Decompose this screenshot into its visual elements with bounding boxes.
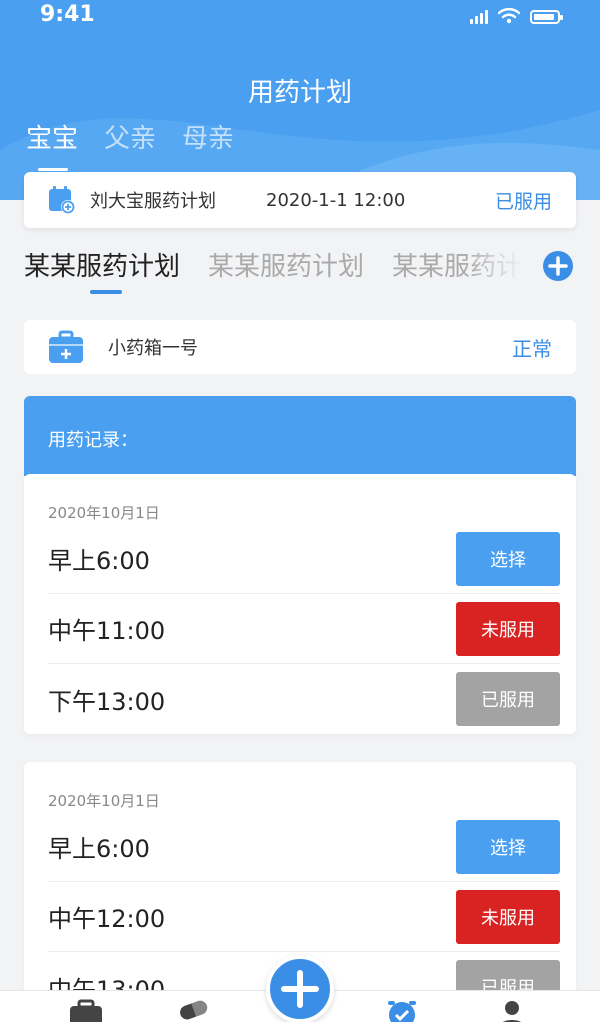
plan-status: 已服用 <box>494 190 552 213</box>
nav-alarm-check-icon[interactable] <box>384 999 420 1022</box>
nav-pill-icon[interactable] <box>176 999 212 1022</box>
medicine-box-name: 小药箱一号 <box>108 338 198 359</box>
record-row: 下午13:00 已服用 <box>48 664 560 734</box>
nav-medicine-box-icon[interactable] <box>68 999 104 1022</box>
record-time: 中午12:00 <box>48 905 166 933</box>
record-time: 中午11:00 <box>48 617 166 645</box>
record-time: 下午13:00 <box>48 687 166 716</box>
plan-tab-1[interactable]: 某某服药计划 <box>24 246 180 296</box>
status-bar: 9:41 <box>0 0 600 34</box>
medicine-box-status: 正常 <box>512 336 552 361</box>
signal-icon <box>470 10 488 24</box>
medicine-box-icon <box>49 330 83 363</box>
tab-father[interactable]: 父亲 <box>104 118 156 167</box>
record-row: 早上6:00 选择 <box>48 524 560 594</box>
record-time: 早上6:00 <box>48 547 150 575</box>
tab-mother[interactable]: 母亲 <box>182 118 234 167</box>
calendar-add-icon <box>49 186 75 214</box>
medicine-box-card[interactable]: 小药箱一号 正常 <box>24 320 576 374</box>
plan-time: 2020-1-1 12:00 <box>266 189 406 211</box>
select-button[interactable]: 选择 <box>456 819 560 874</box>
record-row: 中午12:00 未服用 <box>48 882 560 952</box>
select-button[interactable]: 选择 <box>456 531 560 586</box>
plan-tab-3[interactable]: 某某服药计划 <box>392 246 524 296</box>
nav-user-icon[interactable] <box>494 999 530 1022</box>
not-taken-button[interactable]: 未服用 <box>456 601 560 656</box>
wifi-icon <box>498 8 520 24</box>
status-icons <box>470 8 563 24</box>
taken-button[interactable]: 已服用 <box>456 672 560 726</box>
plan-name: 刘大宝服药计划 <box>90 191 216 212</box>
record-date: 2020年10月1日 <box>48 504 160 522</box>
records-header: 用药记录： <box>24 396 576 476</box>
plan-tabs: 某某服药计划 某某服药计划 某某服药计划 <box>24 246 524 296</box>
record-date: 2020年10月1日 <box>48 792 160 810</box>
record-card-1: 2020年10月1日 早上6:00 选择 中午11:00 未服用 下午13:00… <box>24 474 576 734</box>
header: 9:41 用药计划 宝宝 父亲 母亲 <box>0 0 600 200</box>
not-taken-button[interactable]: 未服用 <box>456 889 560 944</box>
add-plan-icon[interactable] <box>542 250 574 282</box>
plan-tab-indicator <box>90 290 122 294</box>
record-row: 中午11:00 未服用 <box>48 594 560 664</box>
page-title: 用药计划 <box>247 78 352 108</box>
record-row: 早上6:00 选择 <box>48 812 560 882</box>
battery-icon <box>530 10 563 24</box>
tab-baby[interactable]: 宝宝 <box>26 118 78 171</box>
person-tabs: 宝宝 父亲 母亲 <box>26 118 234 171</box>
add-button[interactable] <box>266 955 334 1022</box>
status-time: 9:41 <box>40 2 95 27</box>
record-time: 早上6:00 <box>48 835 150 863</box>
plus-icon <box>281 970 319 1008</box>
plan-tab-2[interactable]: 某某服药计划 <box>208 246 364 296</box>
plan-summary-card[interactable]: 刘大宝服药计划 2020-1-1 12:00 已服用 <box>24 172 576 228</box>
